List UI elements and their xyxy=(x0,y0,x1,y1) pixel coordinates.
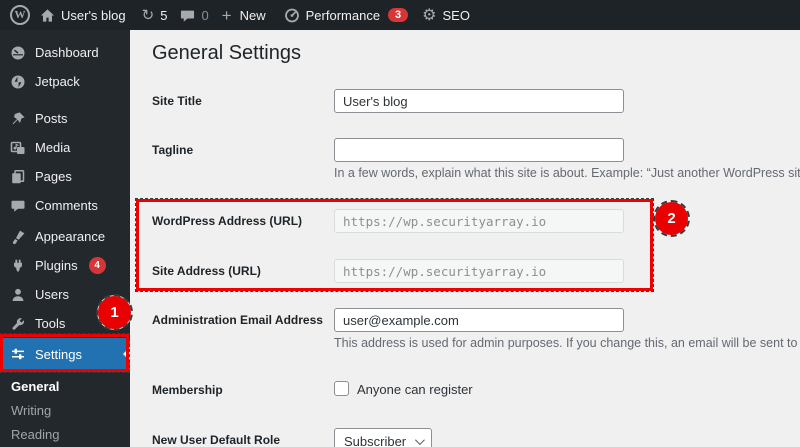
site-address-input[interactable] xyxy=(334,259,624,283)
sidebar-item-pages[interactable]: Pages xyxy=(0,162,130,191)
dashboard-icon xyxy=(10,45,26,61)
submenu-item-label: Writing xyxy=(11,402,52,418)
wrench-icon xyxy=(10,316,26,332)
sidebar-item-media[interactable]: Media xyxy=(0,133,130,162)
updates-icon: ↻ xyxy=(141,5,155,24)
sidebar-item-label: Settings xyxy=(35,346,82,362)
anyone-can-register-label: Anyone can register xyxy=(357,382,473,397)
updates-link[interactable]: ↻ 5 xyxy=(141,5,168,24)
site-address-label: Site Address (URL) xyxy=(152,264,261,278)
page-title: General Settings xyxy=(152,42,301,64)
submenu-item-label: Reading xyxy=(11,426,60,442)
admin-email-help-text: This address is used for admin purposes.… xyxy=(334,336,800,350)
sidebar-item-label: Media xyxy=(35,140,71,155)
sidebar-item-label: Jetpack xyxy=(35,74,80,89)
wordpress-logo-icon: W xyxy=(10,5,30,25)
comments-icon xyxy=(10,198,26,214)
updates-count: 5 xyxy=(160,7,168,23)
performance-icon xyxy=(284,7,300,23)
admin-bar: W User's blog ↻ 5 0 + New Performance 3 … xyxy=(0,0,800,30)
comments-link[interactable]: 0 xyxy=(180,7,209,23)
seo-menu[interactable]: ⚙ SEO xyxy=(422,7,470,23)
sidebar-item-label: Comments xyxy=(35,198,98,213)
site-name-label: User's blog xyxy=(61,7,126,23)
performance-menu[interactable]: Performance 3 xyxy=(284,7,409,23)
general-settings-page: General Settings Site Title Tagline In a… xyxy=(130,30,800,447)
sidebar-item-label: Dashboard xyxy=(35,45,99,60)
default-role-value: Subscriber xyxy=(344,434,407,447)
default-role-select[interactable]: Subscriber xyxy=(334,428,432,447)
sidebar-item-label: Users xyxy=(35,287,69,302)
membership-label: Membership xyxy=(152,383,223,397)
admin-email-label: Administration Email Address xyxy=(152,313,323,327)
admin-email-input[interactable] xyxy=(334,308,624,332)
sidebar-item-label: Pages xyxy=(35,169,72,184)
new-content-button[interactable]: + New xyxy=(222,7,266,24)
settings-submenu: General Writing Reading xyxy=(0,374,130,446)
comment-bubble-icon xyxy=(180,8,195,23)
submenu-item-label: General xyxy=(11,378,60,394)
sidebar-item-tools[interactable]: Tools xyxy=(0,309,130,338)
sidebar-item-dashboard[interactable]: Dashboard xyxy=(0,38,130,67)
comments-count: 0 xyxy=(201,7,209,23)
paintbrush-icon xyxy=(10,229,26,245)
home-icon xyxy=(40,8,55,23)
sidebar-item-plugins[interactable]: Plugins 4 xyxy=(0,251,130,280)
sidebar-item-label: Plugins xyxy=(35,258,78,273)
sidebar-item-posts[interactable]: Posts xyxy=(0,104,130,133)
tagline-input[interactable] xyxy=(334,138,624,162)
wordpress-address-input[interactable] xyxy=(334,209,624,233)
submenu-item-general[interactable]: General xyxy=(0,374,130,398)
plugins-update-badge: 4 xyxy=(88,257,106,274)
sidebar-item-label: Appearance xyxy=(35,229,106,244)
sidebar-item-users[interactable]: Users xyxy=(0,280,130,309)
wordpress-address-label: WordPress Address (URL) xyxy=(152,214,303,228)
plug-icon xyxy=(10,258,26,274)
seo-gear-icon: ⚙ xyxy=(422,5,437,24)
submenu-item-reading[interactable]: Reading xyxy=(0,422,130,446)
sidebar-item-label: Tools xyxy=(35,316,66,331)
jetpack-icon xyxy=(10,74,26,90)
sidebar-item-appearance[interactable]: Appearance xyxy=(0,222,130,251)
wordpress-menu[interactable]: W xyxy=(10,5,30,25)
admin-sidebar: Dashboard Jetpack Posts Media Pages Comm… xyxy=(0,30,130,447)
site-title-input[interactable] xyxy=(334,89,624,113)
sidebar-item-jetpack[interactable]: Jetpack xyxy=(0,67,130,96)
new-label: New xyxy=(239,7,266,23)
anyone-can-register-checkbox[interactable] xyxy=(334,381,349,396)
performance-label: Performance xyxy=(305,7,381,23)
sidebar-item-comments[interactable]: Comments xyxy=(0,191,130,220)
submenu-item-writing[interactable]: Writing xyxy=(0,398,130,422)
plus-icon: + xyxy=(221,5,232,25)
tagline-label: Tagline xyxy=(152,143,194,157)
media-icon xyxy=(10,140,26,156)
tagline-help-text: In a few words, explain what this site i… xyxy=(334,166,800,180)
sidebar-item-label: Posts xyxy=(35,111,68,126)
pages-icon xyxy=(10,169,26,185)
seo-label: SEO xyxy=(442,7,470,23)
default-role-label: New User Default Role xyxy=(152,433,281,447)
pushpin-icon xyxy=(10,111,26,127)
sidebar-item-settings[interactable]: Settings xyxy=(0,338,130,370)
site-name-link[interactable]: User's blog xyxy=(40,8,126,23)
performance-badge: 3 xyxy=(388,8,409,22)
chevron-down-icon xyxy=(414,435,425,446)
site-title-label: Site Title xyxy=(152,94,202,108)
user-icon xyxy=(10,287,26,303)
settings-sliders-icon xyxy=(10,346,26,362)
